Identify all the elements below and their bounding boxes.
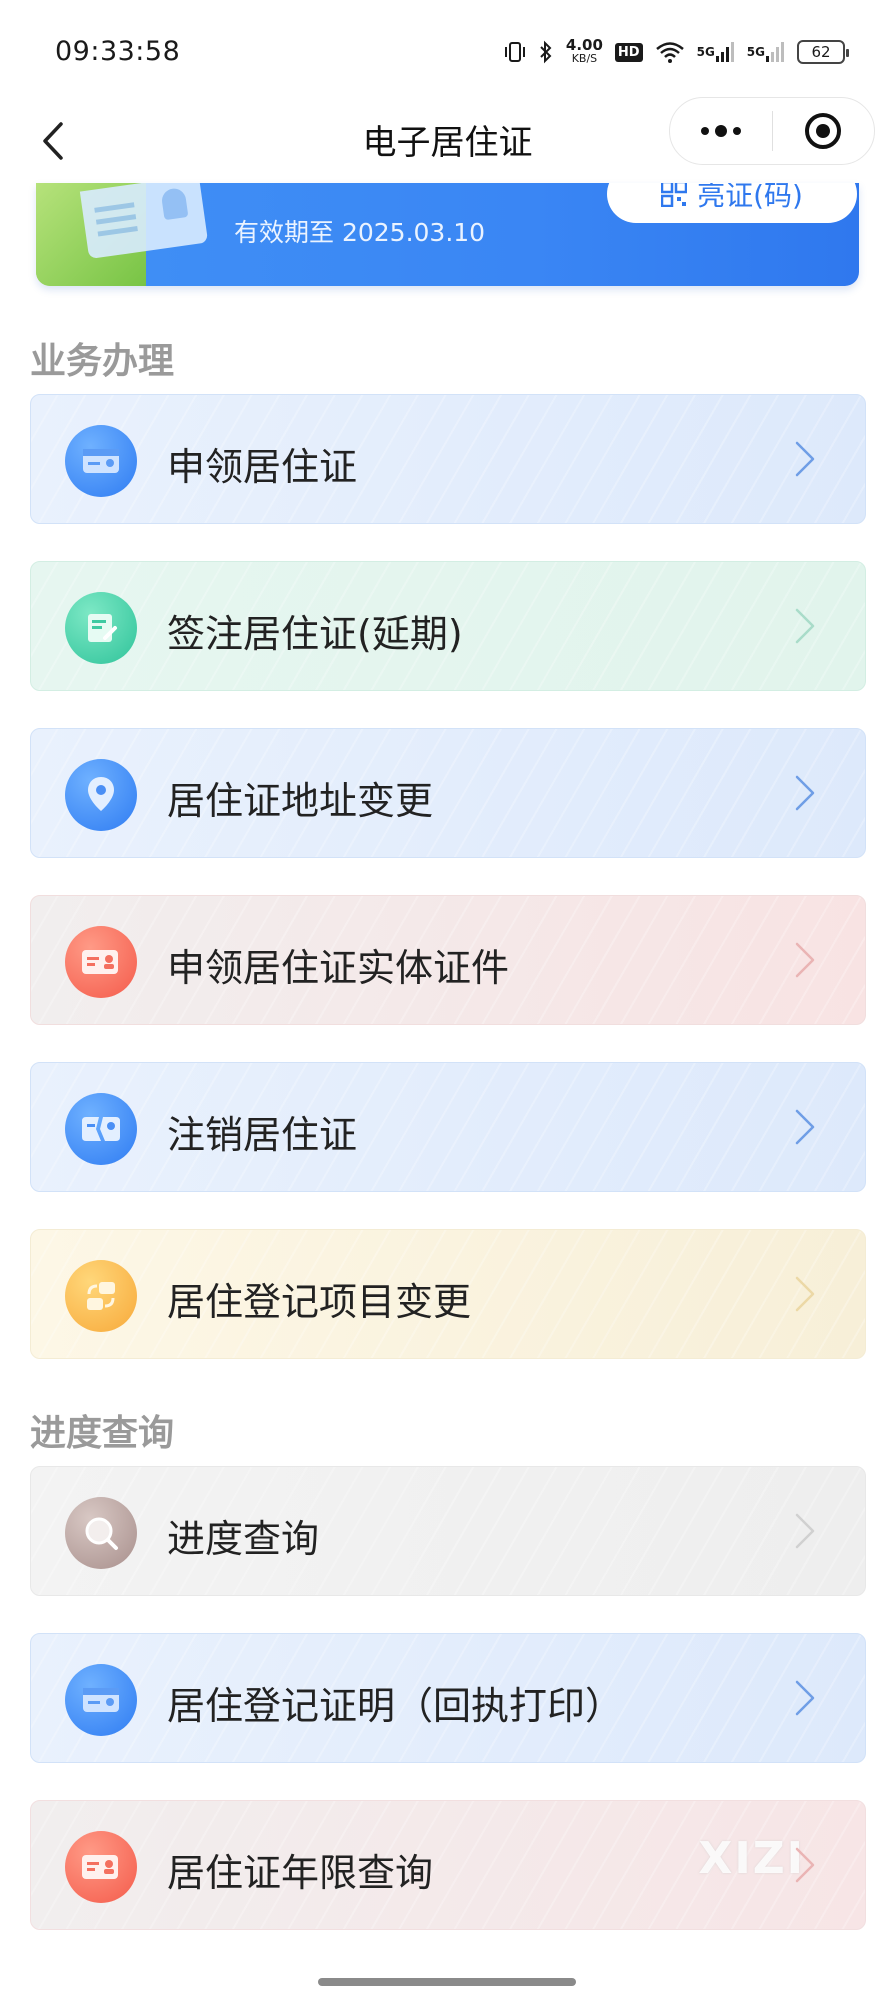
mini-program-capsule xyxy=(669,97,875,165)
residence-permit-card[interactable]: 有效期至 2025.03.10 亮证(码) xyxy=(36,183,859,286)
section-title-business: 业务办理 xyxy=(30,341,175,382)
card-icon xyxy=(65,425,137,497)
list-item-physical-permit[interactable]: 申领居住证实体证件 xyxy=(30,895,866,1025)
show-code-label: 亮证(码) xyxy=(697,183,803,212)
nav-bar: 电子居住证 xyxy=(0,95,895,185)
chevron-right-icon xyxy=(795,1847,815,1883)
item-stripes xyxy=(31,395,865,523)
card-person-icon xyxy=(65,1831,137,1903)
item-label: 签注居住证(延期) xyxy=(167,612,463,656)
item-label: 申领居住证 xyxy=(167,445,358,489)
list-item-endorse-permit[interactable]: 签注居住证(延期) xyxy=(30,561,866,691)
chevron-right-icon xyxy=(795,775,815,811)
item-label: 注销居住证 xyxy=(167,1113,358,1157)
chevron-right-icon xyxy=(795,1513,815,1549)
network-speed: 4.00 KB/S xyxy=(566,38,603,66)
watermark: XIZI xyxy=(698,1833,805,1884)
card-validity: 有效期至 2025.03.10 xyxy=(234,218,486,247)
status-bar: 09:33:58 4.00 KB/S HD 5G 5G 62 xyxy=(0,0,895,100)
close-mini-program-button[interactable] xyxy=(773,98,875,164)
chevron-right-icon xyxy=(795,608,815,644)
network-speed-unit: KB/S xyxy=(571,52,598,65)
status-time: 09:33:58 xyxy=(55,36,181,67)
card-person-icon xyxy=(65,926,137,998)
location-pin-icon xyxy=(65,759,137,831)
battery-icon: 62 xyxy=(797,40,849,64)
target-icon xyxy=(805,113,842,149)
show-code-button[interactable]: 亮证(码) xyxy=(607,183,857,223)
list-item-address-change[interactable]: 居住证地址变更 xyxy=(30,728,866,858)
list-item-registration-certificate[interactable]: 居住登记证明（回执打印） xyxy=(30,1633,866,1763)
chevron-right-icon xyxy=(795,1109,815,1145)
swap-icon xyxy=(65,1260,137,1332)
section-title-progress: 进度查询 xyxy=(30,1413,175,1454)
chevron-right-icon xyxy=(795,1276,815,1312)
signal-1-label: 5G xyxy=(696,45,715,59)
item-label: 居住登记证明（回执打印） xyxy=(167,1684,624,1728)
sign-document-icon xyxy=(65,592,137,664)
chevron-right-icon xyxy=(795,942,815,978)
qr-code-icon xyxy=(661,183,688,207)
vibrate-icon xyxy=(504,40,526,64)
network-speed-value: 4.00 xyxy=(565,36,603,54)
chevron-right-icon xyxy=(795,441,815,477)
item-stripes xyxy=(31,1063,865,1191)
item-label: 居住证地址变更 xyxy=(167,779,434,823)
card-icon xyxy=(65,1664,137,1736)
item-stripes xyxy=(31,1467,865,1595)
item-stripes xyxy=(31,729,865,857)
signal-1-icon: 5G xyxy=(697,41,735,63)
item-label: 居住登记项目变更 xyxy=(167,1280,472,1324)
wifi-icon xyxy=(655,40,685,64)
list-item-registration-change[interactable]: 居住登记项目变更 xyxy=(30,1229,866,1359)
signal-2-icon: 5G xyxy=(747,41,785,63)
list-item-cancel-permit[interactable]: 注销居住证 xyxy=(30,1062,866,1192)
list-item-permit-years-query[interactable]: 居住证年限查询 XIZI xyxy=(30,1800,866,1930)
battery-level: 62 xyxy=(811,43,831,61)
hd-badge: HD xyxy=(614,42,643,62)
more-dots-icon xyxy=(700,125,741,137)
list-item-apply-permit[interactable]: 申领居住证 xyxy=(30,394,866,524)
broken-card-icon xyxy=(65,1093,137,1165)
item-label: 居住证年限查询 xyxy=(167,1851,434,1895)
search-icon xyxy=(65,1497,137,1569)
id-card-illustration-icon xyxy=(79,183,209,260)
more-button[interactable] xyxy=(670,98,772,164)
signal-2-label: 5G xyxy=(746,45,765,59)
item-label: 进度查询 xyxy=(167,1517,320,1561)
list-item-progress-query[interactable]: 进度查询 xyxy=(30,1466,866,1596)
item-label: 申领居住证实体证件 xyxy=(167,946,510,990)
chevron-right-icon xyxy=(795,1680,815,1716)
home-indicator[interactable] xyxy=(318,1978,576,1986)
bluetooth-icon xyxy=(538,40,554,64)
status-icons: 4.00 KB/S HD 5G 5G 62 xyxy=(504,38,849,66)
